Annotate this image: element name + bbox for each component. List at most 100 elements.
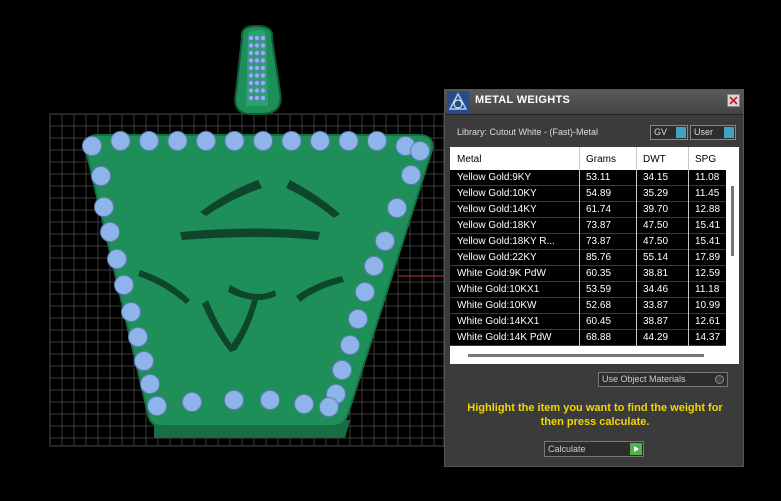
pave-stone <box>100 222 120 242</box>
pave-stone <box>107 249 127 269</box>
use-object-materials-option[interactable]: Use Object Materials <box>598 372 728 387</box>
pave-stone <box>319 397 339 417</box>
bail-stone <box>247 79 255 87</box>
bail-stone <box>259 64 267 72</box>
bail-stone <box>253 42 261 49</box>
cell-dwt: 47.50 <box>643 236 669 247</box>
pave-stone <box>310 131 330 151</box>
bail-stone <box>253 49 261 57</box>
pave-stone <box>139 131 159 151</box>
table-row[interactable]: Yellow Gold:10KY 54.89 35.29 11.45 <box>450 186 726 202</box>
cell-metal: White Gold:14KX1 <box>457 316 540 327</box>
close-icon <box>729 96 738 105</box>
bail-stone <box>259 34 267 42</box>
pave-stone <box>253 131 273 151</box>
column-header-grams[interactable]: Grams <box>586 154 616 165</box>
cell-dwt: 47.50 <box>643 220 669 231</box>
bail-stone <box>247 64 255 72</box>
cell-dwt: 38.87 <box>643 316 669 327</box>
pave-stone <box>387 198 407 218</box>
cell-metal: Yellow Gold:22KY <box>457 252 537 263</box>
bail-stone <box>253 57 261 64</box>
cell-grams: 54.89 <box>586 188 612 199</box>
pave-stone <box>348 309 368 329</box>
table-row[interactable]: White Gold:10KW 52.68 33.87 10.99 <box>450 298 726 314</box>
bail-stone <box>259 72 267 79</box>
table-row[interactable]: White Gold:14KX1 60.45 38.87 12.61 <box>450 314 726 330</box>
pave-stone <box>364 256 384 276</box>
bail-stone <box>247 94 255 102</box>
cell-metal: Yellow Gold:9KY <box>457 172 532 183</box>
bail-stone <box>259 49 267 57</box>
pave-stone <box>281 131 302 151</box>
pave-stone <box>121 302 141 322</box>
cell-grams: 60.45 <box>586 316 612 327</box>
table-row[interactable]: White Gold:9K PdW 60.35 38.81 12.59 <box>450 266 726 282</box>
app-logo-icon <box>447 91 469 113</box>
column-header-metal[interactable]: Metal <box>457 154 481 165</box>
user-toggle-knob <box>724 127 734 138</box>
close-button[interactable] <box>727 94 740 107</box>
cell-dwt: 44.29 <box>643 332 669 343</box>
play-icon <box>630 443 642 455</box>
horizontal-scroll-thumb[interactable] <box>468 354 704 357</box>
panel-title: METAL WEIGHTS <box>475 94 571 106</box>
pave-stone <box>355 282 375 302</box>
table-row[interactable]: White Gold:10KX1 53.59 34.46 11.18 <box>450 282 726 298</box>
bail-stone <box>259 57 267 64</box>
calculate-button[interactable]: Calculate <box>544 441 644 457</box>
bail-stone <box>247 34 255 42</box>
pendant-model[interactable] <box>84 24 434 438</box>
user-toggle-label: User <box>694 127 714 137</box>
pave-stone <box>182 392 202 412</box>
cell-metal: White Gold:10KX1 <box>457 284 540 295</box>
use-object-materials-radio[interactable] <box>715 375 724 384</box>
gv-toggle-label: GV <box>654 127 668 137</box>
user-toggle[interactable]: User <box>690 125 736 140</box>
table-row[interactable]: White Gold:14K PdW 68.88 44.29 14.37 <box>450 330 726 346</box>
cell-metal: White Gold:14K PdW <box>457 332 552 343</box>
gv-toggle-knob <box>676 127 686 138</box>
bail-stone <box>253 64 261 72</box>
bail-stone <box>253 94 261 102</box>
cell-metal: Yellow Gold:18KY <box>457 220 537 231</box>
panel-titlebar[interactable]: METAL WEIGHTS <box>445 90 743 115</box>
cell-dwt: 34.15 <box>643 172 669 183</box>
column-header-spg[interactable]: SPG <box>695 154 716 165</box>
pave-stone <box>224 131 245 151</box>
table-header: Metal Grams DWT SPG <box>450 147 739 170</box>
table-row[interactable]: Yellow Gold:14KY 61.74 39.70 12.88 <box>450 202 726 218</box>
cell-metal: Yellow Gold:10KY <box>457 188 537 199</box>
bail-stone <box>259 79 267 87</box>
column-header-dwt[interactable]: DWT <box>643 154 666 165</box>
bail-stone <box>247 49 255 57</box>
horizontal-scrollbar[interactable] <box>450 348 726 364</box>
bail-stone <box>253 87 261 94</box>
bail-stone <box>247 87 255 94</box>
use-object-materials-label: Use Object Materials <box>602 374 686 384</box>
cell-metal: Yellow Gold:18KY R... <box>457 236 555 247</box>
table-row[interactable]: Yellow Gold:18KY 73.87 47.50 15.41 <box>450 218 726 234</box>
cell-metal: White Gold:10KW <box>457 300 537 311</box>
cell-dwt: 39.70 <box>643 204 669 215</box>
cell-grams: 60.35 <box>586 268 612 279</box>
bail-stone <box>259 42 267 49</box>
bail-stone <box>247 42 255 49</box>
cell-grams: 53.59 <box>586 284 612 295</box>
bail-stone <box>253 72 261 79</box>
pave-stone <box>375 231 395 251</box>
cell-dwt: 35.29 <box>643 188 669 199</box>
vertical-scroll-thumb[interactable] <box>731 186 734 256</box>
pave-stone <box>128 327 148 347</box>
pave-stone <box>82 136 102 156</box>
cell-dwt: 33.87 <box>643 300 669 311</box>
table-row[interactable]: Yellow Gold:9KY 53.11 34.15 11.08 <box>450 170 726 186</box>
vertical-scrollbar[interactable] <box>726 170 739 348</box>
pave-stone <box>114 275 134 295</box>
pave-stone <box>147 396 167 416</box>
table-row[interactable]: Yellow Gold:18KY R... 73.87 47.50 15.41 <box>450 234 726 250</box>
cell-metal: Yellow Gold:14KY <box>457 204 537 215</box>
pave-stone <box>110 131 131 151</box>
table-row[interactable]: Yellow Gold:22KY 85.76 55.14 17.89 <box>450 250 726 266</box>
gv-toggle[interactable]: GV <box>650 125 688 140</box>
